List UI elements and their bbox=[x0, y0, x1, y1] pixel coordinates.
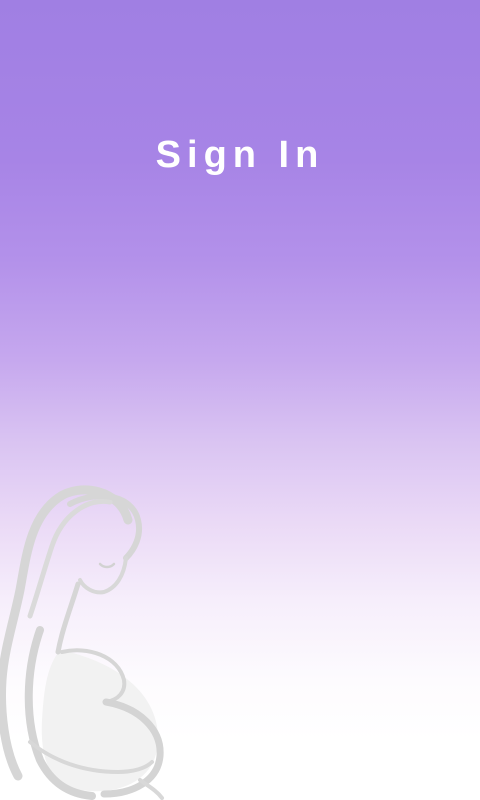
sign-in-screen: Sign In bbox=[0, 0, 480, 800]
page-title: Sign In bbox=[155, 134, 325, 176]
pregnant-woman-silhouette-icon bbox=[0, 485, 164, 800]
